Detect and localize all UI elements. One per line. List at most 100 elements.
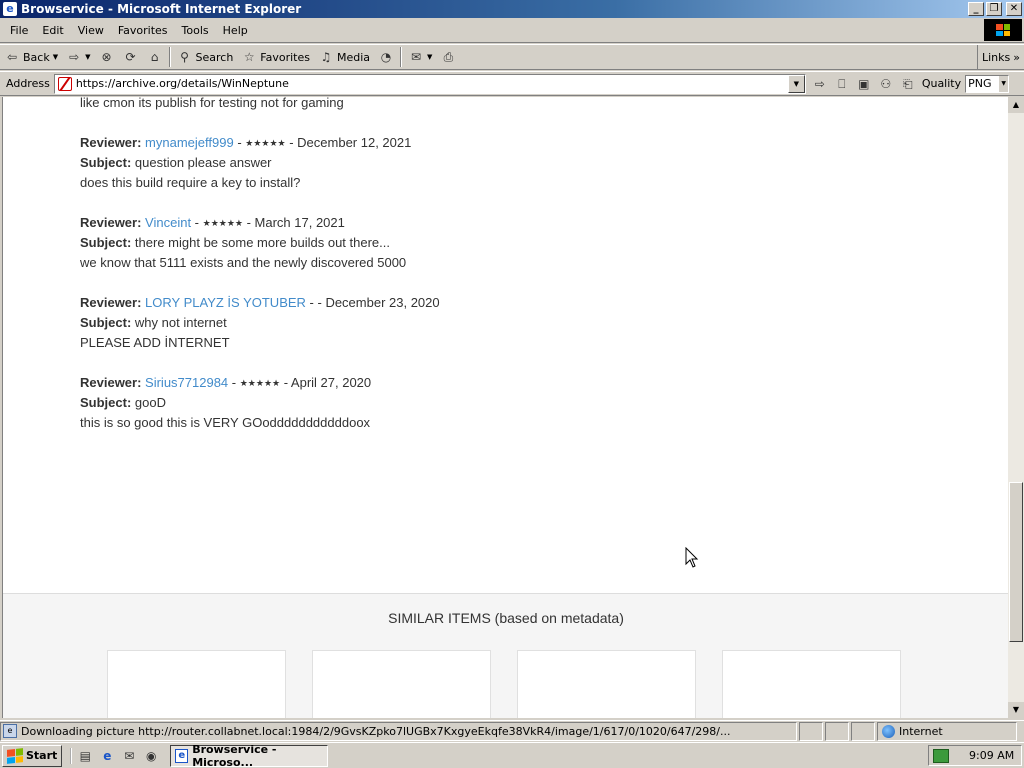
similar-item-card[interactable] <box>517 650 696 718</box>
reviewer-link[interactable]: Sirius7712984 <box>145 375 228 390</box>
review-date: December 23, 2020 <box>325 295 440 310</box>
forward-arrow-icon: ⇨ <box>69 50 80 64</box>
page-icon <box>57 76 72 91</box>
review-body: PLEASE ADD İNTERNET <box>80 335 230 350</box>
show-desktop-icon[interactable]: ▤ <box>76 748 94 764</box>
mail-button[interactable]: ✉ ▼ <box>404 46 436 68</box>
ie-icon[interactable]: e <box>98 748 116 764</box>
start-button[interactable]: Start <box>2 744 63 767</box>
review-subject: why not internet <box>134 315 227 330</box>
menu-view[interactable]: View <box>71 24 111 37</box>
back-arrow-icon: ⇦ <box>6 50 18 64</box>
address-label: Address <box>6 77 50 90</box>
reviewer-link[interactable]: LORY PLAYZ İS YOTUBER <box>145 295 306 310</box>
bookmark-icon[interactable]: ⎕ <box>832 76 852 92</box>
title-bar: e Browservice - Microsoft Internet Explo… <box>0 0 1024 18</box>
start-label: Start <box>26 749 58 762</box>
review-body: does this build require a key to install… <box>80 175 301 190</box>
review-date: December 12, 2021 <box>297 135 412 150</box>
globe-icon <box>882 724 895 738</box>
subject-label: Subject: <box>80 395 132 410</box>
reviewer-link[interactable]: mynamejeff999 <box>145 135 234 150</box>
restore-button[interactable]: ❐ <box>986 2 1002 16</box>
page-loading-icon: e <box>3 724 17 738</box>
review-date: March 17, 2021 <box>254 215 345 230</box>
favorites-button[interactable]: ☆ Favorites <box>237 46 314 68</box>
reviewer-label: Reviewer: <box>80 135 142 150</box>
similar-item-card[interactable] <box>312 650 491 718</box>
close-button[interactable]: ✕ <box>1006 2 1022 16</box>
quality-select[interactable]: PNG ▼ <box>965 74 1010 93</box>
home-icon: ⌂ <box>150 50 159 64</box>
review-item: Reviewer: Sirius7712984 - ★★★★★ - April … <box>80 373 371 433</box>
menu-favorites[interactable]: Favorites <box>111 24 175 37</box>
clipboard-icon[interactable]: ⎗ <box>898 76 918 92</box>
review-body: we know that 5111 exists and the newly d… <box>80 255 407 270</box>
forward-button[interactable]: ⇨ ▼ <box>62 46 94 68</box>
print-button[interactable]: ⎙ <box>436 46 460 68</box>
quick-launch: ▤ e ✉ ◉ <box>70 747 160 764</box>
mail-icon: ✉ <box>411 50 422 64</box>
back-button[interactable]: ⇦ Back ▼ <box>0 46 62 68</box>
page-viewport[interactable]: like cmon its publish for testing not fo… <box>2 97 1008 718</box>
similar-item-card[interactable] <box>107 650 286 718</box>
scrollbar-thumb[interactable] <box>1009 482 1023 642</box>
system-tray: 9:09 AM <box>928 745 1022 766</box>
media-player-icon[interactable]: ◉ <box>142 748 160 764</box>
scroll-up-button[interactable]: ▲ <box>1008 97 1024 113</box>
review-date: April 27, 2020 <box>290 375 372 390</box>
quality-value: PNG <box>968 76 992 90</box>
windows-flag-icon <box>7 747 23 764</box>
similar-item-card[interactable] <box>722 650 901 718</box>
address-dropdown-button[interactable]: ▼ <box>787 74 805 93</box>
reviewer-label: Reviewer: <box>80 295 142 310</box>
save-icon[interactable]: ▣ <box>854 76 874 92</box>
chevron-down-icon[interactable]: ▼ <box>53 53 58 61</box>
go-icon[interactable]: ⇨ <box>810 76 830 92</box>
menu-tools[interactable]: Tools <box>175 24 216 37</box>
clock[interactable]: 9:09 AM <box>969 749 1014 762</box>
status-pane <box>825 721 849 741</box>
taskbar-window-button[interactable]: e Browservice - Microso... <box>170 742 329 768</box>
toolbar-separator <box>400 47 403 67</box>
menu-bar: File Edit View Favorites Tools Help <box>0 18 1024 43</box>
menu-help[interactable]: Help <box>216 24 255 37</box>
separator: - <box>285 135 298 150</box>
search-button[interactable]: ⚲ Search <box>173 46 238 68</box>
menu-edit[interactable]: Edit <box>35 24 70 37</box>
links-toolbar[interactable]: Links » <box>977 45 1024 70</box>
history-button[interactable]: ◔ <box>374 46 398 68</box>
security-zone[interactable]: Internet <box>877 721 1017 741</box>
task-label: Browservice - Microso... <box>192 742 277 768</box>
outlook-icon[interactable]: ✉ <box>120 748 138 764</box>
chevron-down-icon[interactable]: ▼ <box>427 53 432 61</box>
stop-button[interactable]: ⊗ <box>95 46 119 68</box>
favorites-icon: ☆ <box>243 50 255 64</box>
print-icon: ⎙ <box>443 50 454 64</box>
scroll-down-button[interactable]: ▼ <box>1008 702 1024 718</box>
review-subject: question please answer <box>134 155 272 170</box>
back-label: Back <box>23 50 50 64</box>
address-url[interactable]: https://archive.org/details/WinNeptune <box>76 77 289 90</box>
reviewer-link[interactable]: Vinceint <box>145 215 191 230</box>
menu-file[interactable]: File <box>3 24 35 37</box>
network-icon[interactable] <box>933 748 949 763</box>
search-icon: ⚲ <box>180 50 189 64</box>
media-button[interactable]: ♫ Media <box>314 46 374 68</box>
chevron-right-icon: » <box>1013 51 1020 64</box>
review-item: Reviewer: mynamejeff999 - ★★★★★ - Decemb… <box>80 133 411 193</box>
refresh-button[interactable]: ⟳ <box>119 46 143 68</box>
stop-icon: ⊗ <box>101 50 112 64</box>
minimize-button[interactable]: _ <box>968 2 984 16</box>
review-subject: there might be some more builds out ther… <box>134 235 390 250</box>
separator: - <box>233 135 246 150</box>
rating-stars: ★★★★★ <box>245 138 286 148</box>
chevron-down-icon[interactable]: ▼ <box>85 53 90 61</box>
address-input[interactable]: https://archive.org/details/WinNeptune ▼ <box>53 73 806 94</box>
reviewer-label: Reviewer: <box>80 215 142 230</box>
vertical-scrollbar[interactable]: ▲ ▼ <box>1008 97 1024 718</box>
media-label: Media <box>337 50 371 64</box>
separator: - <box>228 375 240 390</box>
find-icon[interactable]: ⚇ <box>876 76 896 92</box>
home-button[interactable]: ⌂ <box>143 46 167 68</box>
